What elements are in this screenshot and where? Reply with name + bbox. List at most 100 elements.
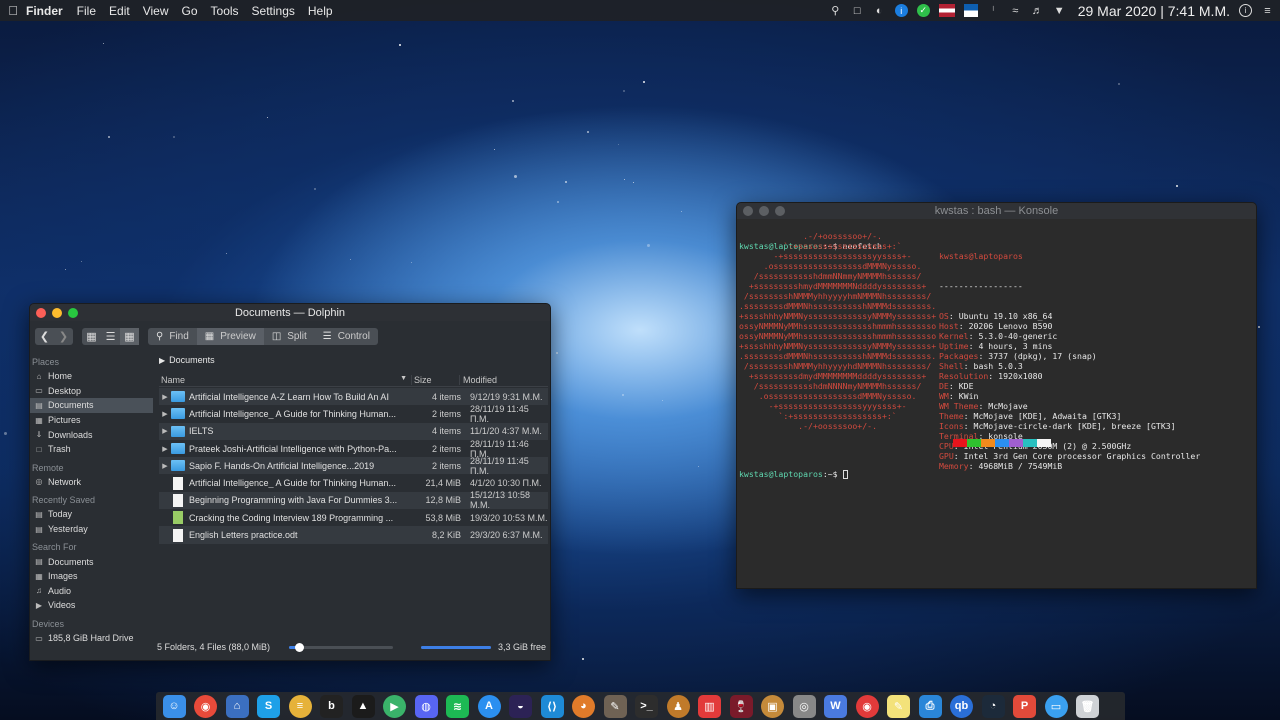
dock-item-terminal[interactable]: >_ bbox=[633, 694, 661, 718]
dock-item-archive[interactable]: ▣ bbox=[759, 694, 787, 718]
place-documents[interactable]: ▤ Documents bbox=[30, 398, 153, 413]
sync-icon[interactable]: ◐ bbox=[873, 4, 886, 17]
chevron-down-icon[interactable]: ▼ bbox=[1053, 4, 1066, 17]
info-icon[interactable]: i bbox=[894, 4, 908, 17]
search-icon[interactable]: ⚲ bbox=[829, 4, 842, 17]
dock-item-chrome[interactable]: ◉ bbox=[192, 694, 220, 718]
file-row[interactable]: Artificial Intelligence_ A Guide for Thi… bbox=[159, 474, 548, 491]
preview-button[interactable]: ▦ Preview bbox=[196, 327, 264, 345]
back-button[interactable]: ❮ bbox=[35, 328, 54, 345]
zoom-slider[interactable] bbox=[289, 642, 393, 652]
dock-item-reader[interactable]: ≡ bbox=[286, 694, 314, 718]
forward-button[interactable]: ❯ bbox=[54, 328, 73, 345]
us-flag-icon[interactable] bbox=[938, 4, 955, 17]
dock-item-gimp[interactable]: ✎ bbox=[601, 694, 629, 718]
place-network[interactable]: ◎ Network bbox=[30, 475, 153, 490]
expand-arrow-icon[interactable]: ▶ bbox=[159, 462, 171, 470]
file-row[interactable]: ▶ Sapio F. Hands-On Artificial Intelligen… bbox=[159, 456, 548, 476]
expand-arrow-icon[interactable]: ▶ bbox=[159, 410, 171, 418]
menu-help[interactable]: Help bbox=[308, 4, 333, 18]
expand-arrow-icon[interactable]: ▶ bbox=[159, 445, 171, 453]
breadcrumb[interactable]: ▶ Documents bbox=[157, 351, 550, 369]
column-modified[interactable]: Modified bbox=[459, 375, 548, 385]
maximize-button[interactable] bbox=[775, 206, 785, 216]
expand-arrow-icon[interactable]: ▶ bbox=[159, 393, 171, 401]
place-today[interactable]: ▤ Today bbox=[30, 507, 153, 522]
dock-item-system-settings[interactable]: ⌂ bbox=[223, 694, 251, 718]
place-home[interactable]: ⌂ Home bbox=[30, 369, 153, 384]
menu-edit[interactable]: Edit bbox=[109, 4, 130, 18]
file-row[interactable]: ▶ Prateek Joshi-Artificial Intelligence w… bbox=[159, 439, 548, 459]
dock-item-eclipse[interactable]: ◒ bbox=[507, 694, 535, 718]
compact-view-button[interactable]: ☰ bbox=[101, 328, 120, 345]
search-videos[interactable]: ▶ Videos bbox=[30, 598, 153, 613]
dock-item-folder[interactable]: ▭ bbox=[1042, 694, 1070, 718]
dock-item-scanner[interactable]: ⎙ bbox=[916, 694, 944, 718]
dock-item-spotify[interactable]: ≋ bbox=[444, 694, 472, 718]
dock-item-reader-red[interactable]: ◉ bbox=[853, 694, 881, 718]
update-check-icon[interactable]: ✓ bbox=[916, 4, 930, 17]
bluetooth-icon[interactable]: ᛌ bbox=[987, 4, 1000, 17]
expand-arrow-icon[interactable]: ▶ bbox=[159, 427, 171, 435]
column-name[interactable]: Name ▼ bbox=[159, 375, 411, 385]
search-images[interactable]: ▦ Images bbox=[30, 569, 153, 584]
dock-item-dark-app[interactable]: b bbox=[318, 694, 346, 718]
menu-view[interactable]: View bbox=[143, 4, 169, 18]
minimize-button[interactable] bbox=[759, 206, 769, 216]
dock-item-app-store[interactable]: A bbox=[475, 694, 503, 718]
search-audio[interactable]: ♫ Audio bbox=[30, 584, 153, 599]
file-row[interactable]: ▶ IELTS 4 items 11/1/20 4:37 M.M. bbox=[159, 422, 548, 440]
control-button[interactable]: ☰ Control bbox=[315, 328, 378, 345]
file-row[interactable]: Cracking the Coding Interview 189 Progra… bbox=[159, 509, 548, 526]
split-button[interactable]: ◫ Split bbox=[264, 328, 315, 345]
file-row[interactable]: ▶ Artificial Intelligence A-Z Learn How T… bbox=[159, 388, 548, 406]
dock-item-qbittorrent[interactable]: qb bbox=[948, 694, 976, 718]
wifi-icon[interactable]: ≈ bbox=[1009, 4, 1022, 17]
place-yesterday[interactable]: ▤ Yesterday bbox=[30, 522, 153, 537]
close-button[interactable] bbox=[743, 206, 753, 216]
dock-item-discord[interactable]: ◍ bbox=[412, 694, 440, 718]
dock-item-notes[interactable]: ✎ bbox=[885, 694, 913, 718]
dock-item-word[interactable]: W bbox=[822, 694, 850, 718]
icons-view-button[interactable]: ▦ bbox=[82, 328, 101, 345]
file-row[interactable]: ▶ Artificial Intelligence_ A Guide for Th… bbox=[159, 404, 548, 424]
menu-tools[interactable]: Tools bbox=[211, 4, 239, 18]
breadcrumb-current[interactable]: Documents bbox=[169, 355, 215, 365]
menu-file[interactable]: File bbox=[77, 4, 96, 18]
dock-item-disk-utility[interactable]: ◎ bbox=[790, 694, 818, 718]
column-size[interactable]: Size bbox=[411, 375, 459, 385]
menu-go[interactable]: Go bbox=[182, 4, 198, 18]
apple-logo-icon[interactable]:  bbox=[0, 3, 26, 18]
clock[interactable]: 29 Mar 2020 | 7:41 M.M. bbox=[1078, 3, 1230, 19]
maximize-button[interactable] bbox=[68, 307, 78, 318]
minimize-button[interactable] bbox=[52, 307, 62, 318]
dock-item-skype[interactable]: S bbox=[255, 694, 283, 718]
dock-item-popcorn[interactable]: ▥ bbox=[696, 694, 724, 718]
dolphin-titlebar[interactable]: Documents — Dolphin bbox=[30, 304, 550, 321]
details-view-button[interactable]: ▦ bbox=[120, 327, 139, 345]
dock-item-trash[interactable]: 🗑 bbox=[1074, 694, 1102, 718]
dock-item-system-monitor[interactable]: ◔ bbox=[979, 694, 1007, 718]
find-button[interactable]: ⚲ Find bbox=[148, 328, 197, 345]
file-row[interactable]: English Letters practice.odt 8,2 KiB 29/3/… bbox=[159, 526, 548, 544]
dock-item-inkscape[interactable]: ▲ bbox=[349, 694, 377, 718]
dock-item-wine[interactable]: 🍷 bbox=[727, 694, 755, 718]
terminal-output[interactable]: kwstas@laptoparos:~$ neofetch .-/+oossss… bbox=[739, 221, 1254, 588]
info-circle-icon[interactable]: i bbox=[1239, 4, 1252, 17]
dock-item-media-player[interactable]: ▶ bbox=[381, 694, 409, 718]
clipboard-icon[interactable]: □ bbox=[851, 4, 864, 17]
file-row[interactable]: Beginning Programming with Java For Dumm… bbox=[159, 490, 548, 510]
dock-item-vscode[interactable]: ⟨⟩ bbox=[538, 694, 566, 718]
active-app-name[interactable]: Finder bbox=[26, 4, 63, 18]
dock-item-pdf-tool[interactable]: P bbox=[1011, 694, 1039, 718]
close-button[interactable] bbox=[36, 307, 46, 318]
place-pictures[interactable]: ▦ Pictures bbox=[30, 413, 153, 428]
device-hard-drive[interactable]: ▭ 185,8 GiB Hard Drive bbox=[30, 631, 153, 646]
menu-settings[interactable]: Settings bbox=[252, 4, 295, 18]
menu-lines-icon[interactable]: ≡ bbox=[1261, 4, 1274, 17]
dock-item-joystick[interactable]: ♟ bbox=[664, 694, 692, 718]
place-desktop[interactable]: ▭ Desktop bbox=[30, 384, 153, 399]
search-documents[interactable]: ▤ Documents bbox=[30, 554, 153, 569]
dock-item-finder[interactable]: ☺ bbox=[160, 694, 188, 718]
place-downloads[interactable]: ⇓ Downloads bbox=[30, 427, 153, 442]
